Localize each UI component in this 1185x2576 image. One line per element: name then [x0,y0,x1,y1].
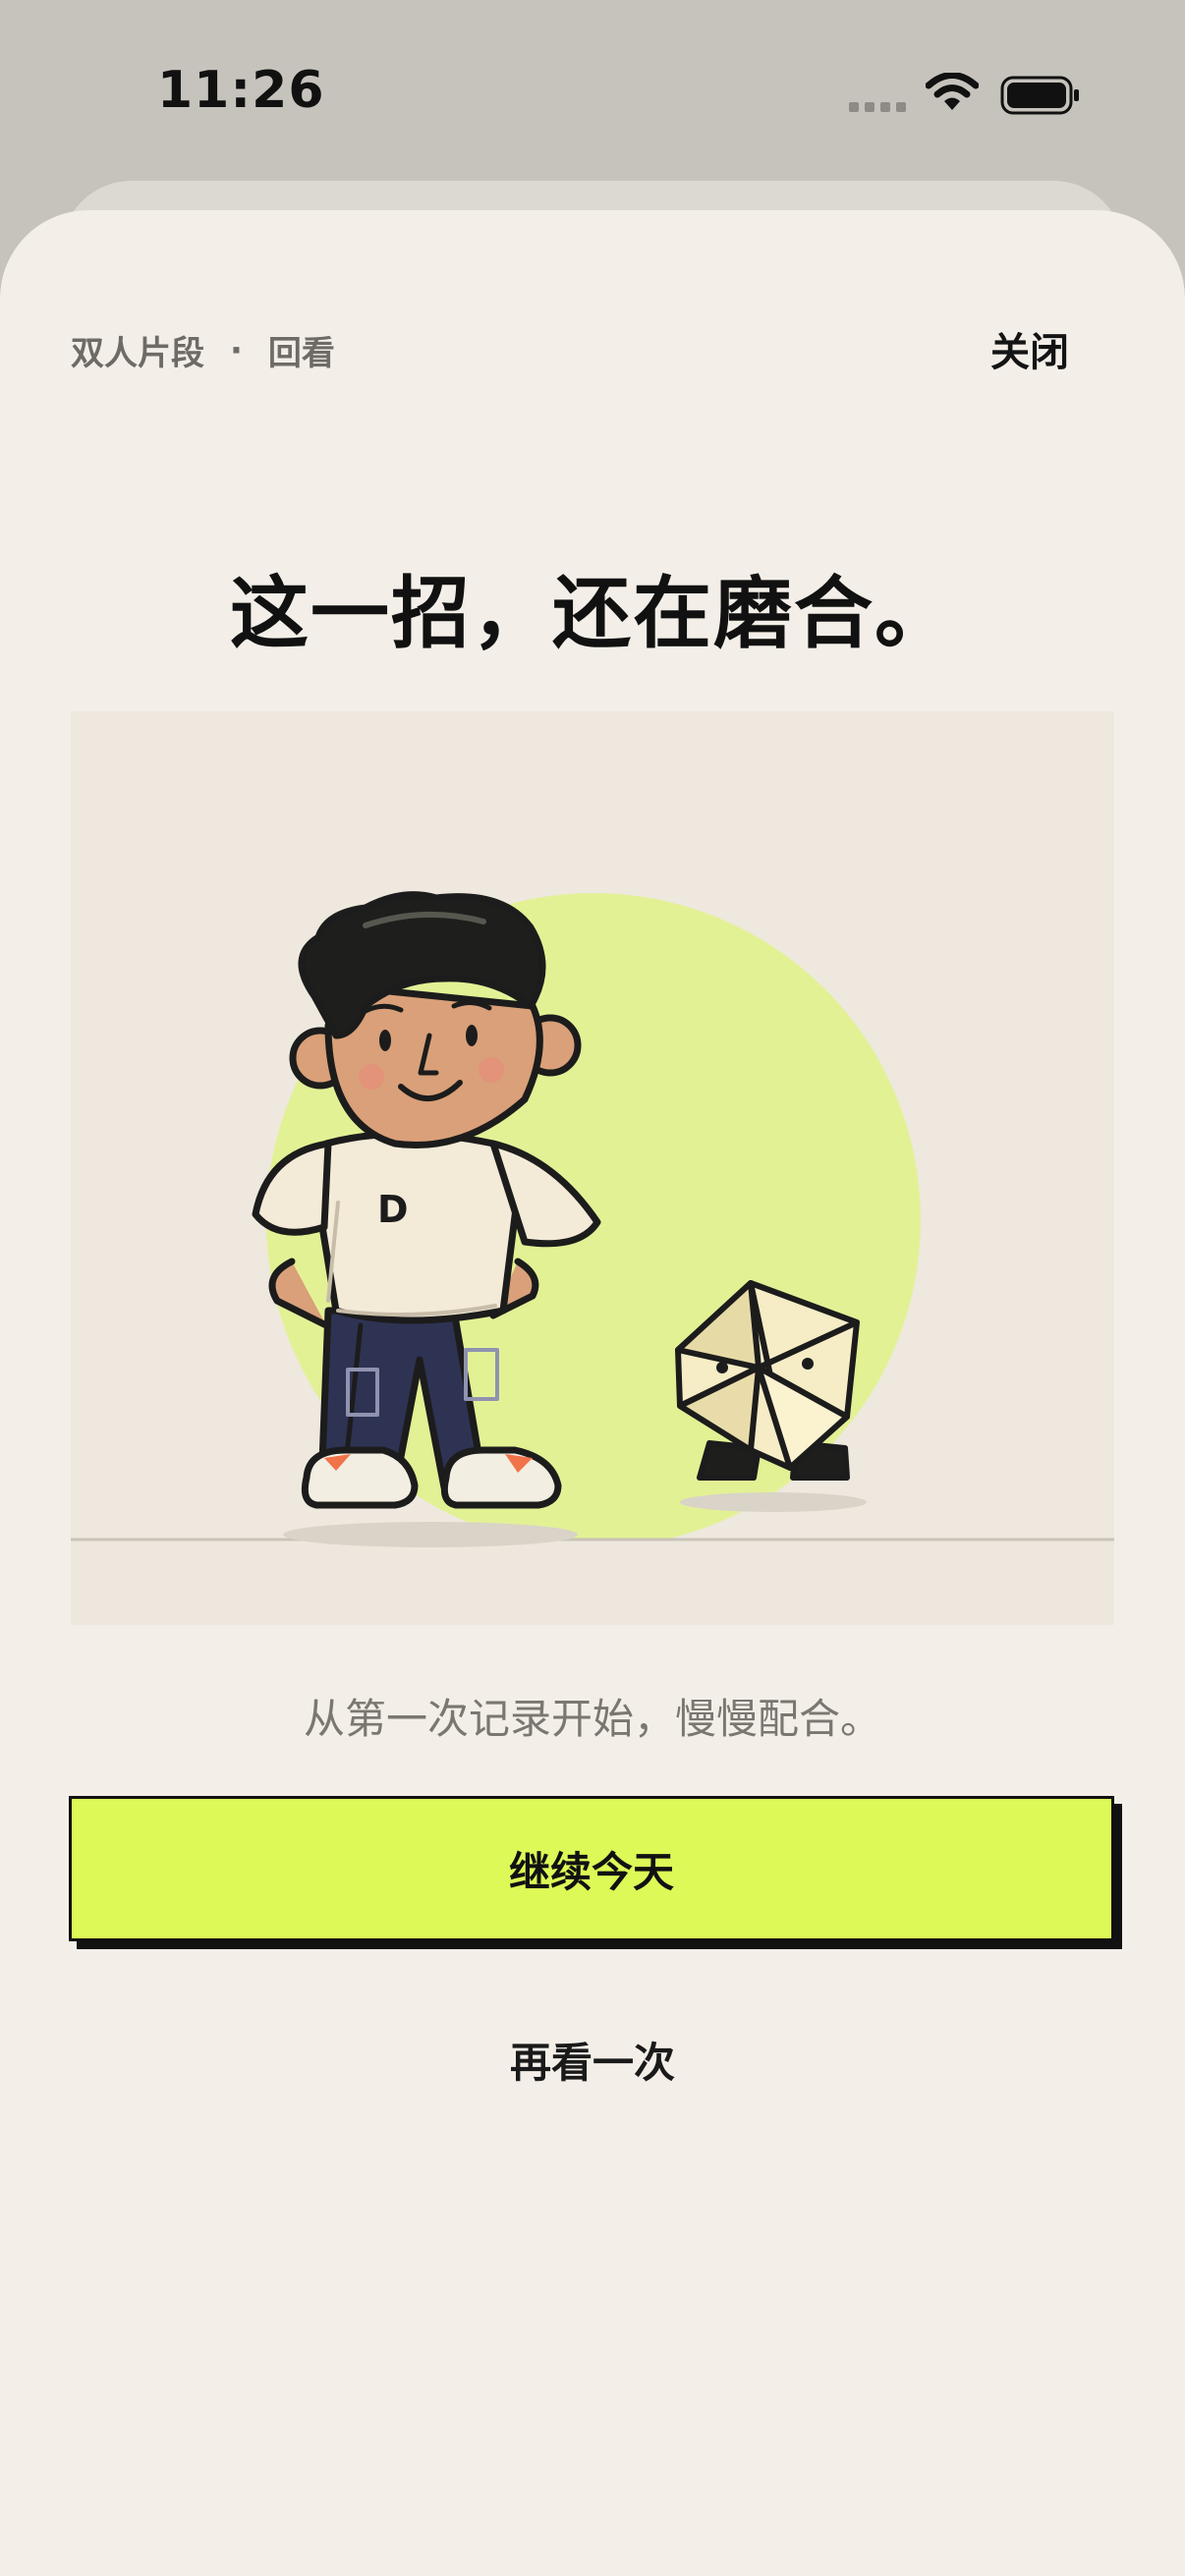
illustration: D [71,711,1114,1625]
replay-sheet: 双人片段 · 回看 关闭 这一招，还在磨合。 D 从第一次记录开始，慢慢配合。 … [0,210,1185,2576]
breadcrumb: 双人片段 · 回看 [71,326,335,374]
wifi-icon [926,73,979,110]
shirt-letter: D [377,1188,409,1231]
watch-again-button[interactable]: 再看一次 [0,2030,1185,2090]
breadcrumb-separator: · [230,330,243,370]
breadcrumb-section: 双人片段 [71,334,204,373]
cellular-icon [849,102,906,112]
continue-today-label: 继续今天 [508,1847,674,1896]
status-bar: 11:26 [0,0,1185,187]
battery-icon [1000,76,1079,115]
floor [71,1540,1114,1625]
close-button[interactable]: 关闭 [990,320,1069,377]
continue-today-button[interactable]: 继续今天 [69,1796,1114,1941]
page-title: 这一招，还在磨合。 [230,568,955,659]
status-time: 11:26 [157,61,325,120]
subtitle: 从第一次记录开始，慢慢配合。 [303,1695,881,1743]
breadcrumb-mode: 回看 [267,334,335,373]
